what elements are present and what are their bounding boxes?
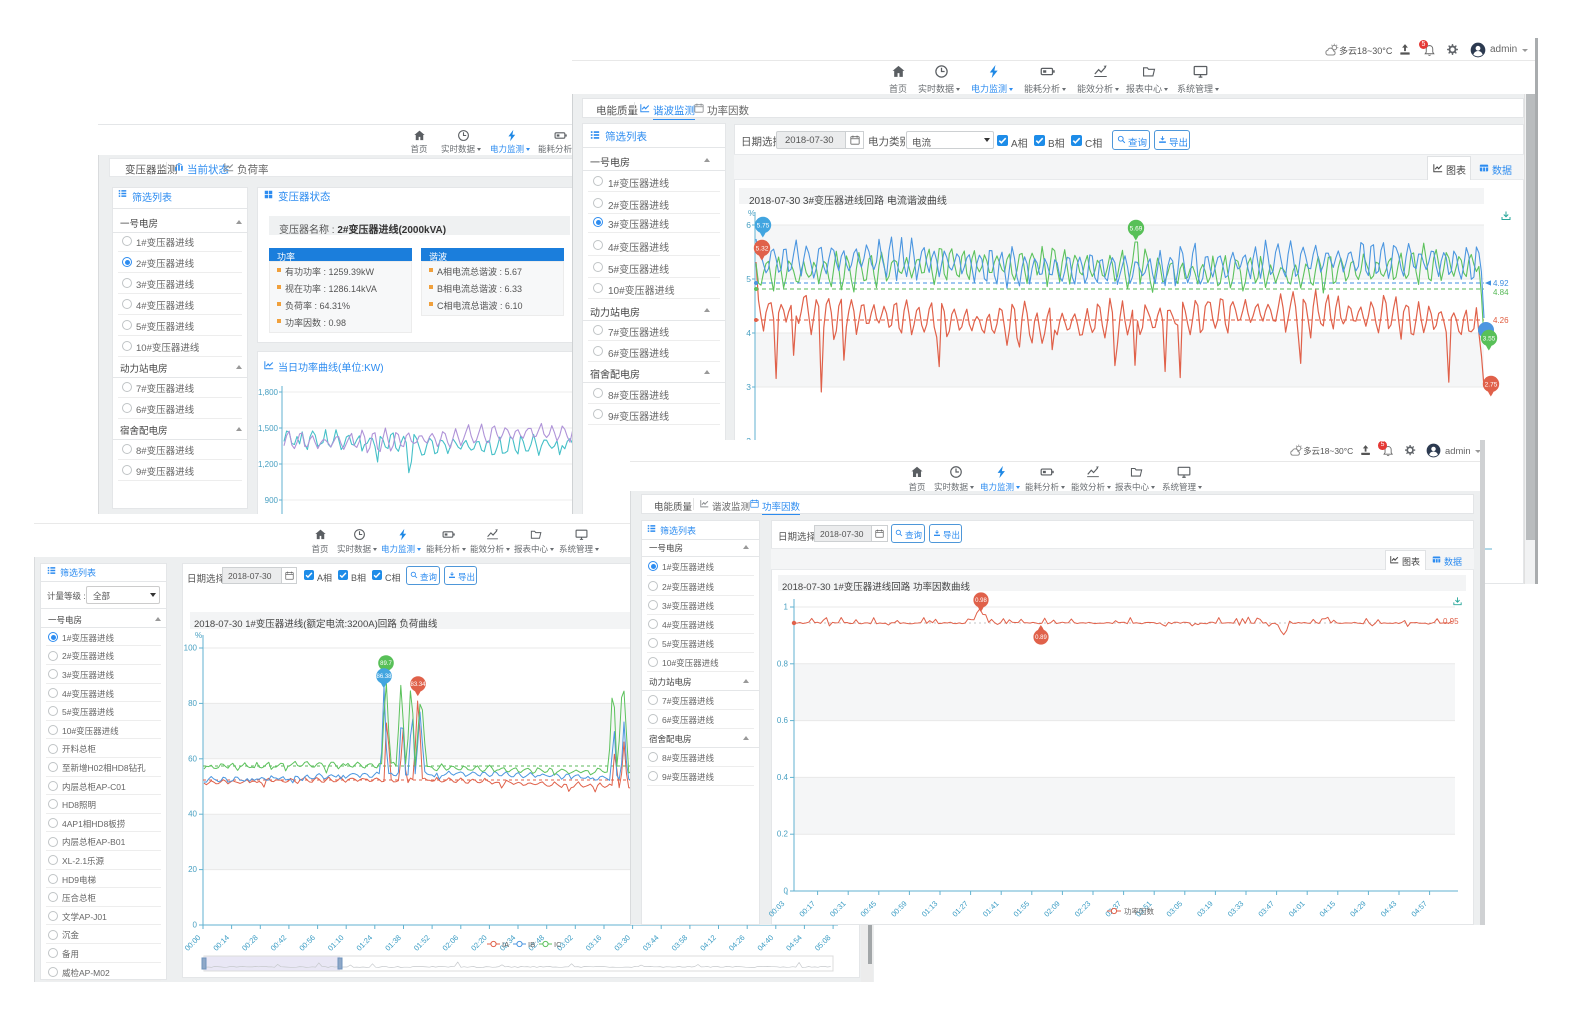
svg-text:6: 6	[746, 220, 751, 230]
svg-text:%: %	[195, 631, 202, 640]
svg-text:0: 0	[193, 921, 198, 930]
svg-text:4.84: 4.84	[1493, 288, 1509, 297]
svg-text:0.98: 0.98	[975, 598, 987, 604]
svg-text:86.38: 86.38	[376, 674, 392, 680]
svg-text:功率因数: 功率因数	[1124, 906, 1154, 916]
svg-text:01:52: 01:52	[412, 933, 432, 953]
svg-text:40: 40	[188, 810, 197, 819]
svg-text:20: 20	[188, 865, 197, 874]
svg-text:03:47: 03:47	[1256, 899, 1276, 919]
svg-text:04:57: 04:57	[1409, 899, 1429, 919]
svg-text:0.89: 0.89	[1035, 635, 1047, 641]
svg-text:01:55: 01:55	[1012, 899, 1032, 919]
svg-text:0.4: 0.4	[777, 773, 789, 782]
svg-text:02:06: 02:06	[441, 933, 461, 953]
svg-text:03:19: 03:19	[1195, 899, 1215, 919]
svg-text:4.26: 4.26	[1493, 316, 1509, 325]
svg-text:4.92: 4.92	[1493, 279, 1509, 288]
svg-text:03:44: 03:44	[641, 933, 661, 953]
svg-text:1,500: 1,500	[258, 424, 279, 433]
svg-text:01:27: 01:27	[950, 899, 970, 919]
svg-text:04:29: 04:29	[1348, 899, 1368, 919]
svg-text:04:40: 04:40	[756, 933, 776, 953]
svg-text:0.95: 0.95	[1443, 617, 1459, 626]
svg-text:5.69: 5.69	[1130, 225, 1143, 232]
svg-text:00:28: 00:28	[240, 933, 260, 953]
svg-text:00:56: 00:56	[297, 933, 317, 953]
svg-text:89.7: 89.7	[380, 661, 392, 667]
svg-text:02:23: 02:23	[1073, 899, 1093, 919]
svg-text:01:13: 01:13	[920, 899, 940, 919]
svg-text:02:20: 02:20	[469, 933, 489, 953]
svg-text:0: 0	[784, 887, 789, 896]
svg-text:02:09: 02:09	[1042, 899, 1062, 919]
svg-text:1,200: 1,200	[258, 460, 279, 469]
svg-text:0.8: 0.8	[777, 659, 789, 668]
svg-text:2.75: 2.75	[1485, 381, 1498, 388]
svg-text:04:54: 04:54	[784, 933, 804, 953]
svg-text:IA: IA	[502, 940, 509, 949]
svg-text:0.2: 0.2	[777, 830, 789, 839]
svg-text:3.55: 3.55	[1483, 335, 1496, 342]
svg-text:5.75: 5.75	[757, 222, 770, 229]
svg-text:03:33: 03:33	[1226, 899, 1246, 919]
svg-text:01:10: 01:10	[326, 933, 346, 953]
svg-text:00:45: 00:45	[859, 899, 879, 919]
svg-text:01:38: 01:38	[383, 933, 403, 953]
svg-text:3: 3	[746, 382, 751, 392]
svg-text:03:05: 03:05	[1165, 899, 1185, 919]
svg-text:00:14: 00:14	[211, 933, 231, 953]
svg-text:04:01: 04:01	[1287, 899, 1307, 919]
svg-text:4: 4	[746, 328, 751, 338]
svg-text:83.34: 83.34	[410, 682, 426, 688]
svg-text:04:15: 04:15	[1318, 899, 1338, 919]
svg-text:04:26: 04:26	[727, 933, 747, 953]
svg-text:00:31: 00:31	[828, 899, 848, 919]
svg-text:0.6: 0.6	[777, 716, 789, 725]
svg-text:100: 100	[184, 644, 198, 653]
svg-text:04:43: 04:43	[1379, 899, 1399, 919]
svg-text:00:42: 00:42	[269, 933, 289, 953]
svg-text:05:08: 05:08	[813, 933, 833, 953]
svg-text:04:12: 04:12	[698, 933, 718, 953]
svg-text:03:30: 03:30	[612, 933, 632, 953]
svg-text:60: 60	[188, 754, 197, 763]
svg-text:1,800: 1,800	[258, 388, 279, 397]
svg-text:03:16: 03:16	[584, 933, 604, 953]
svg-text:IC: IC	[554, 940, 562, 949]
svg-text:80: 80	[188, 699, 197, 708]
svg-text:900: 900	[265, 496, 279, 505]
svg-text:5.32: 5.32	[756, 245, 769, 252]
svg-text:1: 1	[784, 603, 789, 612]
svg-text:00:17: 00:17	[797, 899, 817, 919]
svg-text:01:41: 01:41	[981, 899, 1001, 919]
svg-text:03:58: 03:58	[670, 933, 690, 953]
svg-text:IB: IB	[528, 940, 535, 949]
svg-text:5: 5	[746, 274, 751, 284]
svg-text:00:00: 00:00	[183, 933, 203, 953]
svg-text:01:24: 01:24	[355, 933, 375, 953]
svg-text:00:59: 00:59	[889, 899, 909, 919]
